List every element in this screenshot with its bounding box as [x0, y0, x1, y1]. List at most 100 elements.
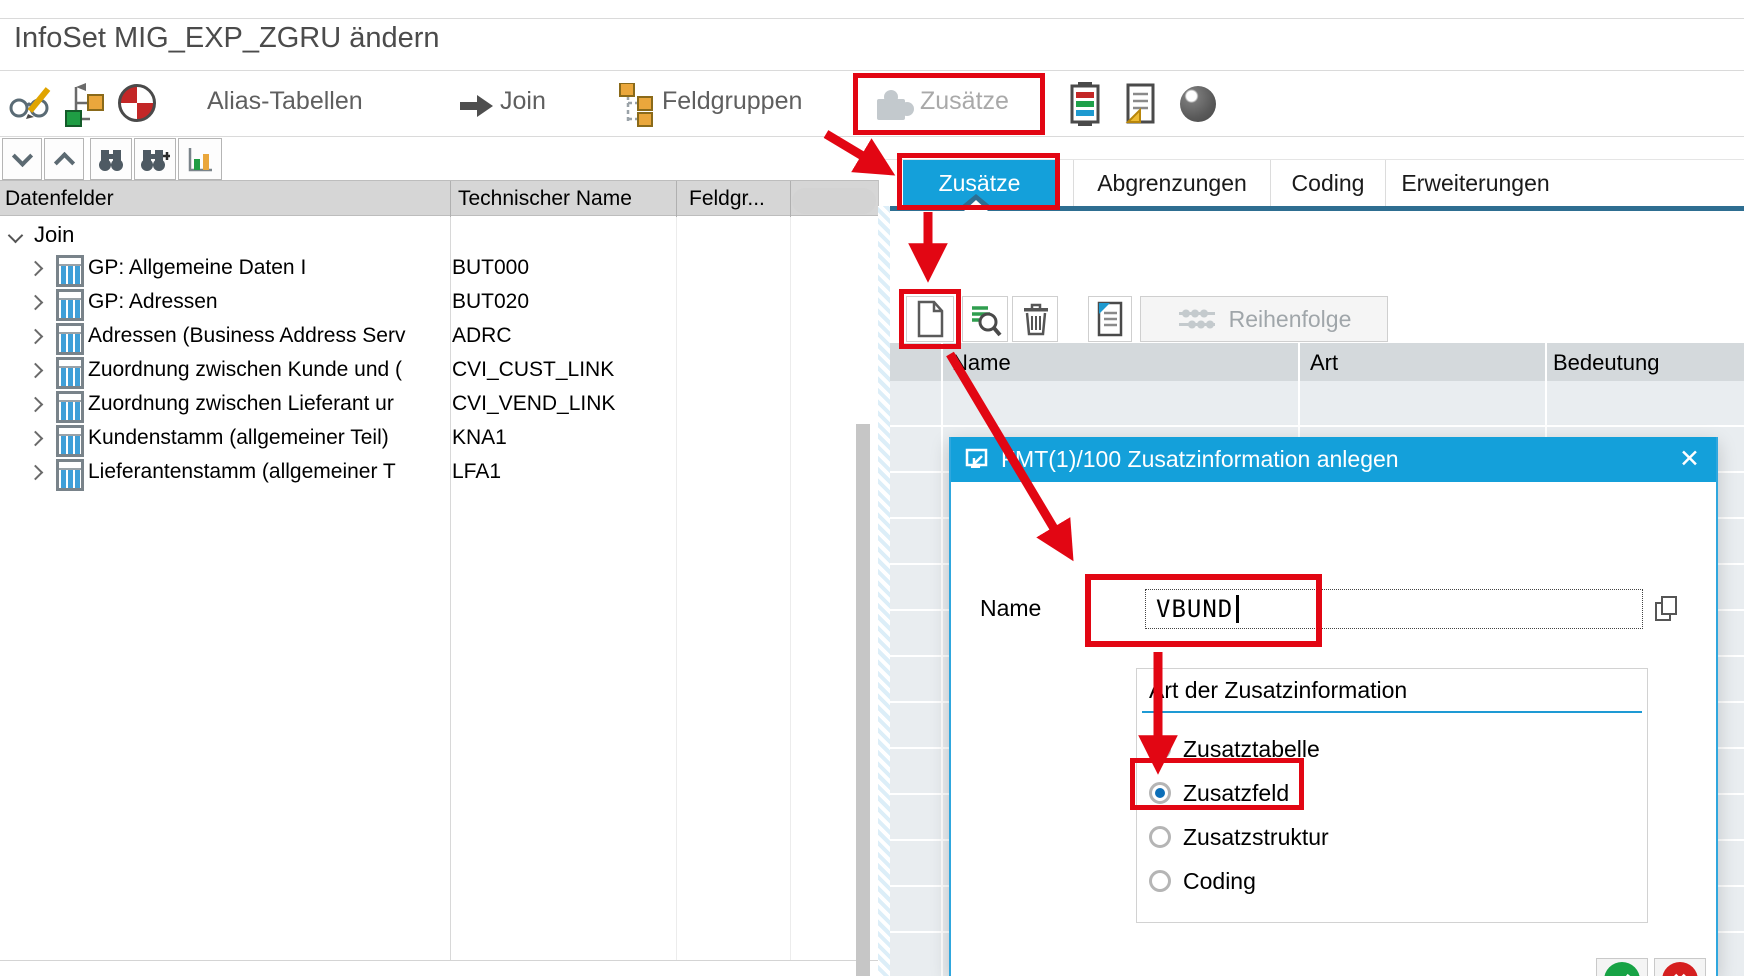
- tabstrip-underline: [890, 206, 1744, 211]
- column-header-name[interactable]: Name: [952, 350, 1011, 376]
- tree-row[interactable]: Kundenstamm (allgemeiner Teil) KNA1: [0, 422, 856, 456]
- confirm-button[interactable]: [1596, 958, 1648, 976]
- tree-row[interactable]: Lieferantenstamm (allgemeiner T LFA1: [0, 456, 856, 490]
- radio-button-icon[interactable]: [1149, 826, 1171, 848]
- chevron-down-icon[interactable]: [8, 228, 24, 244]
- reihenfolge-label: Reihenfolge: [1229, 306, 1352, 333]
- collapse-all-button[interactable]: [2, 138, 42, 180]
- table-row[interactable]: [890, 381, 1744, 425]
- table-icon: [56, 425, 84, 457]
- find-next-button[interactable]: [134, 138, 176, 180]
- tree-item-label[interactable]: Lieferantenstamm (allgemeiner T: [88, 460, 448, 484]
- reihenfolge-button[interactable]: Reihenfolge: [1140, 296, 1388, 342]
- top-divider: [0, 18, 1744, 19]
- chart-view-button[interactable]: [178, 138, 222, 180]
- tree-item-label[interactable]: Zuordnung zwischen Kunde und (: [88, 358, 448, 382]
- radio-option-coding[interactable]: Coding: [1149, 859, 1256, 903]
- groupbox-title: Art der Zusatzinformation: [1149, 677, 1407, 704]
- name-field-label: Name: [980, 595, 1041, 622]
- structure-flag-icon[interactable]: [62, 81, 106, 134]
- document-fold-icon[interactable]: [1124, 82, 1158, 131]
- tree-node-label[interactable]: Join: [34, 222, 74, 248]
- radio-button-icon[interactable]: [1149, 782, 1171, 804]
- create-addition-dialog: FMT(1)/100 Zusatzinformation anlegen ✕ N…: [949, 437, 1718, 976]
- tree-row[interactable]: Zuordnung zwischen Kunde und ( CVI_CUST_…: [0, 354, 856, 388]
- feldgruppen-button[interactable]: Feldgruppen: [662, 87, 802, 116]
- toolbar-divider: [0, 136, 1744, 137]
- tab-abgrenzungen[interactable]: Abgrenzungen: [1073, 160, 1270, 206]
- log-button[interactable]: [1088, 296, 1132, 342]
- tree-item-label[interactable]: Kundenstamm (allgemeiner Teil): [88, 426, 448, 450]
- radio-option-label[interactable]: Zusatzstruktur: [1183, 824, 1329, 851]
- active-tab-notch: [964, 200, 988, 211]
- tree-item-label[interactable]: Adressen (Business Address Serv: [88, 324, 448, 348]
- tab-erweiterungen[interactable]: Erweiterungen: [1385, 160, 1565, 206]
- zusaetze-toolbar-button[interactable]: Zusätze: [920, 87, 1009, 116]
- table-icon: [56, 391, 84, 423]
- cancel-button[interactable]: [1654, 958, 1706, 976]
- column-header-technischer-name[interactable]: Technischer Name: [458, 187, 632, 211]
- column-header-datenfelder[interactable]: Datenfelder: [5, 187, 114, 211]
- radio-option-label[interactable]: Zusatztabelle: [1183, 736, 1320, 763]
- tree-item-label[interactable]: Zuordnung zwischen Lieferant ur: [88, 392, 448, 416]
- harvey-ball-icon[interactable]: [118, 84, 156, 122]
- radio-button-icon[interactable]: [1149, 870, 1171, 892]
- radio-option-label[interactable]: Coding: [1183, 868, 1256, 895]
- table-header-row: Name Art Bedeutung: [890, 343, 1744, 381]
- delete-addition-button[interactable]: [1012, 296, 1058, 342]
- chevron-down-icon: [11, 146, 32, 167]
- tree-row[interactable]: GP: Allgemeine Daten I BUT000: [0, 252, 856, 286]
- sphere-icon[interactable]: [1180, 86, 1216, 122]
- column-header-bedeutung[interactable]: Bedeutung: [1553, 350, 1659, 376]
- expand-chevron-icon[interactable]: [28, 397, 44, 413]
- tree-item-label[interactable]: GP: Allgemeine Daten I: [88, 256, 448, 280]
- radio-button-icon[interactable]: [1149, 738, 1171, 760]
- trash-icon: [1020, 301, 1050, 337]
- create-addition-button[interactable]: [906, 296, 954, 342]
- tree-item-label[interactable]: GP: Adressen: [88, 290, 448, 314]
- join-arrow-icon[interactable]: [458, 94, 496, 123]
- green-check-icon: [1604, 962, 1640, 976]
- expand-chevron-icon[interactable]: [28, 295, 44, 311]
- dialog-window-icon: [965, 448, 989, 470]
- column-header-feldgruppe[interactable]: Feldgr...: [689, 187, 765, 211]
- dialog-titlebar[interactable]: FMT(1)/100 Zusatzinformation anlegen ✕: [951, 437, 1716, 482]
- tree-item-technical-name: LFA1: [452, 460, 501, 484]
- tree-item-technical-name: ADRC: [452, 324, 512, 348]
- tree-item-technical-name: CVI_VEND_LINK: [452, 392, 615, 416]
- radio-option-zusatzfeld[interactable]: Zusatzfeld: [1149, 771, 1289, 815]
- table-icon: [56, 459, 84, 491]
- expand-chevron-icon[interactable]: [28, 465, 44, 481]
- alias-tabellen-button[interactable]: Alias-Tabellen: [207, 87, 363, 116]
- display-change-icon[interactable]: [8, 85, 52, 130]
- fieldgroups-tree-icon[interactable]: [616, 83, 656, 132]
- column-header-art[interactable]: Art: [1310, 350, 1338, 376]
- join-button[interactable]: Join: [500, 87, 546, 116]
- tree-scrollbar-thumb[interactable]: [856, 424, 870, 976]
- display-addition-button[interactable]: [962, 296, 1008, 342]
- column-divider: [676, 181, 677, 217]
- expand-chevron-icon[interactable]: [28, 431, 44, 447]
- expand-chevron-icon[interactable]: [28, 329, 44, 345]
- copy-icon[interactable]: [1654, 595, 1680, 623]
- tree-row[interactable]: GP: Adressen BUT020: [0, 286, 856, 320]
- striped-report-icon[interactable]: [1068, 82, 1102, 131]
- tree-node-join[interactable]: Join: [0, 222, 300, 252]
- radio-option-zusatzstruktur[interactable]: Zusatzstruktur: [1149, 815, 1329, 859]
- find-button[interactable]: [90, 138, 132, 180]
- table-icon: [56, 323, 84, 355]
- new-page-icon: [915, 300, 945, 338]
- tree-row[interactable]: Adressen (Business Address Serv ADRC: [0, 320, 856, 354]
- close-icon[interactable]: ✕: [1679, 444, 1700, 474]
- binoculars-plus-icon: [140, 145, 170, 173]
- radio-option-label[interactable]: Zusatzfeld: [1183, 780, 1289, 807]
- name-input[interactable]: VBUND: [1145, 589, 1643, 629]
- tree-row[interactable]: Zuordnung zwischen Lieferant ur CVI_VEND…: [0, 388, 856, 422]
- expand-chevron-icon[interactable]: [28, 363, 44, 379]
- splitter-handle[interactable]: [792, 188, 876, 214]
- expand-chevron-icon[interactable]: [28, 261, 44, 277]
- expand-all-button[interactable]: [44, 138, 84, 180]
- table-icon: [56, 289, 84, 321]
- tab-coding[interactable]: Coding: [1270, 160, 1385, 206]
- radio-option-zusatztabelle[interactable]: Zusatztabelle: [1149, 727, 1320, 771]
